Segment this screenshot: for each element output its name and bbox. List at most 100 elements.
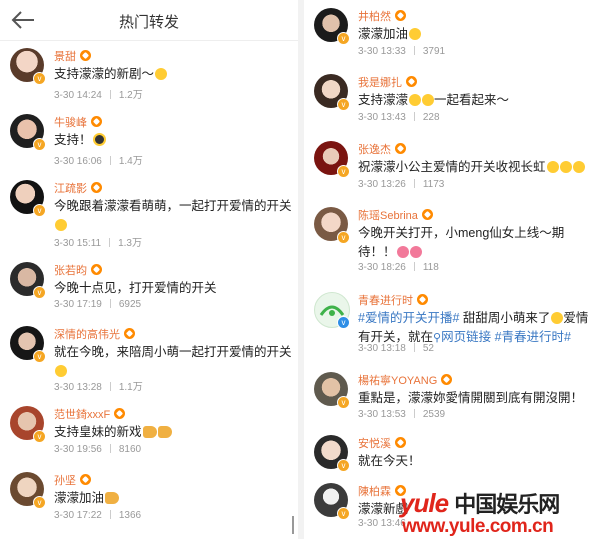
verified-badge-icon: v [33, 350, 46, 363]
repost-meta: 3-30 13:28 1.1万 [54, 382, 143, 393]
hashtag-link[interactable]: #爱情的开关开播# [358, 311, 459, 325]
heart-eyes-emoji-icon [409, 246, 422, 258]
user-name[interactable]: 孙坚 [54, 472, 91, 488]
crown-icon [80, 474, 91, 485]
smile-emoji-icon [559, 161, 572, 173]
smile-emoji-icon [551, 312, 564, 324]
repost-text: 祝濛濛小公主爱情的开关收视长虹 [358, 158, 596, 177]
smile-emoji-icon [55, 219, 67, 231]
verified-badge-icon: v [33, 430, 46, 443]
repost-item[interactable]: v 江疏影 今晚跟着濛濛看萌萌，一起打开爱情的开关 3-30 15:11 1.3万 [0, 174, 296, 252]
repost-item[interactable]: v 青春进行时 #爱情的开关开播# 甜甜周小萌来了 爱情有开关，就在⚲网页链接 #… [304, 286, 600, 362]
repost-item[interactable]: v 张逸杰 祝濛濛小公主爱情的开关收视长虹 3-30 13:26 1173 [304, 135, 600, 197]
crown-icon [395, 143, 406, 154]
repost-text: 就在今天！ [358, 454, 421, 468]
scrollbar[interactable] [292, 516, 294, 534]
crown-icon [395, 10, 406, 21]
site-watermark: yule 中国娱乐网 www.yule.com.cn [400, 487, 600, 539]
smile-emoji-icon [155, 68, 168, 80]
user-name[interactable]: 我是娜扎 [358, 74, 417, 90]
repost-item[interactable]: v 深情的高伟光 就在今晚，来陪周小萌一起打开爱情的开关 3-30 13:28 1… [0, 320, 296, 398]
repost-meta: 3-30 17:22 1366 [54, 510, 142, 521]
repost-item[interactable]: v 井柏然 濛濛加油 3-30 13:33 3791 [304, 2, 600, 62]
verified-badge-icon: v [337, 231, 350, 244]
repost-item[interactable]: v 景甜 支持濛濛的新剧～ 3-30 14:24 1.2万 [0, 42, 296, 101]
crown-icon [114, 408, 126, 419]
right-screenshot-panel: v 井柏然 濛濛加油 3-30 13:33 3791 v 我是娜扎 支持濛濛 一起看… [304, 0, 600, 539]
repost-text: 支持皇妹的新戏 [54, 423, 292, 442]
smile-emoji-icon [409, 94, 422, 106]
hashtag-link[interactable]: #青春进行时# [491, 330, 571, 344]
crown-icon [91, 182, 102, 193]
user-name[interactable]: 景甜 [54, 48, 91, 64]
verified-badge-icon: v [33, 72, 46, 85]
repost-item[interactable]: v 范世錡xxxF 支持皇妹的新戏 3-30 19:56 8160 [0, 400, 296, 460]
repost-text: 就在今晚，来陪周小萌一起打开爱情的开关 [54, 343, 292, 381]
link-icon: ⚲ [433, 332, 442, 344]
web-link[interactable]: 网页链接 [441, 330, 491, 344]
crown-icon [91, 116, 102, 127]
verified-badge-icon: v [337, 507, 350, 520]
verified-badge-icon: v [33, 138, 46, 151]
repost-item[interactable]: v 安悦溪 就在今天！ [304, 429, 600, 477]
user-name[interactable]: 安悦溪 [358, 435, 406, 451]
repost-text: 今晚十点见，打开爱情的开关 [54, 281, 217, 295]
repost-text: 今晚跟着濛濛看萌萌，一起打开爱情的开关 [54, 197, 292, 235]
verified-badge-icon: v [33, 286, 46, 299]
verified-badge-icon: v [337, 396, 350, 409]
page-title: 热门转发 [118, 14, 179, 31]
repost-meta: 3-30 14:24 1.2万 [54, 90, 143, 101]
repost-item[interactable]: v 张若昀 今晚十点见，打开爱情的开关 3-30 17:19 6925 [0, 256, 296, 314]
crown-icon [124, 328, 135, 339]
repost-meta: 3-30 13:43 228 [358, 112, 440, 123]
repost-text: 重點是，濛濛妳愛情開關到底有開沒開！ [358, 391, 584, 405]
user-name[interactable]: 井柏然 [358, 8, 406, 24]
verified-badge-icon: v [33, 496, 46, 509]
verified-badge-icon: v [33, 204, 46, 217]
muscle-emoji-icon [105, 492, 120, 504]
user-name[interactable]: 深情的高伟光 [54, 326, 135, 342]
repost-meta: 3-30 13:33 3791 [358, 46, 446, 57]
repost-meta: 3-30 15:11 1.3万 [54, 238, 142, 249]
repost-text: 支持濛濛的新剧～ [54, 65, 292, 84]
verified-badge-icon: v [337, 165, 350, 178]
user-name[interactable]: 范世錡xxxF [54, 406, 126, 422]
repost-meta: 3-30 17:19 6925 [54, 299, 142, 310]
crown-icon [417, 294, 428, 305]
smile-emoji-icon [572, 161, 585, 173]
crown-icon [91, 264, 102, 275]
sunglasses-emoji-icon [92, 133, 106, 146]
verified-badge-icon: v [337, 459, 350, 472]
user-name[interactable]: 张逸杰 [358, 141, 406, 157]
smile-emoji-icon [422, 94, 435, 106]
repost-meta: 3-30 13:46 [358, 518, 406, 529]
repost-item[interactable]: v 陈瑶Sebrina 今晚开关打开，小meng仙女上线～期待！！ 3-30 1… [304, 201, 600, 279]
repost-meta: 3-30 13:26 1173 [358, 179, 445, 190]
user-name[interactable]: 陳柏霖 [358, 483, 406, 499]
repost-item[interactable]: v 牛骏峰 支持！ 3-30 16:06 1.4万 [0, 108, 296, 167]
heart-eyes-emoji-icon [396, 246, 409, 258]
muscle-emoji-icon [157, 426, 172, 438]
repost-item[interactable]: v 孙坚 濛濛加油 3-30 17:22 1366 [0, 466, 296, 528]
repost-item[interactable]: v 楊祐寧YOYANG 重點是，濛濛妳愛情開關到底有開沒開！ 3-30 13:5… [304, 366, 600, 426]
user-name[interactable]: 陈瑶Sebrina [358, 207, 433, 223]
smile-emoji-icon [55, 365, 67, 377]
repost-text: 今晚开关打开，小meng仙女上线～期待！！ [358, 226, 565, 259]
user-name[interactable]: 江疏影 [54, 180, 102, 196]
verified-badge-icon: v [337, 316, 350, 329]
left-screenshot-panel: 热门转发 v 景甜 支持濛濛的新剧～ 3-30 14:24 1.2万 v 牛骏峰 … [0, 0, 298, 539]
user-name[interactable]: 青春进行时 [358, 292, 428, 308]
user-name[interactable]: 牛骏峰 [54, 114, 102, 130]
watermark-url: www.yule.com.cn [402, 516, 554, 537]
watermark-cn: 中国娱乐网 [454, 493, 560, 518]
crown-icon [406, 76, 417, 87]
top-bar: 热门转发 [0, 0, 298, 41]
user-name[interactable]: 张若昀 [54, 262, 102, 278]
repost-item[interactable]: v 我是娜扎 支持濛濛 一起看起来～ 3-30 13:43 228 [304, 68, 600, 130]
smile-emoji-icon [409, 28, 422, 40]
crown-icon [421, 209, 433, 220]
watermark-brand: yule [400, 488, 449, 518]
muscle-emoji-icon [142, 426, 157, 438]
repost-meta: 3-30 16:06 1.4万 [54, 156, 143, 167]
user-name[interactable]: 楊祐寧YOYANG [358, 372, 453, 388]
